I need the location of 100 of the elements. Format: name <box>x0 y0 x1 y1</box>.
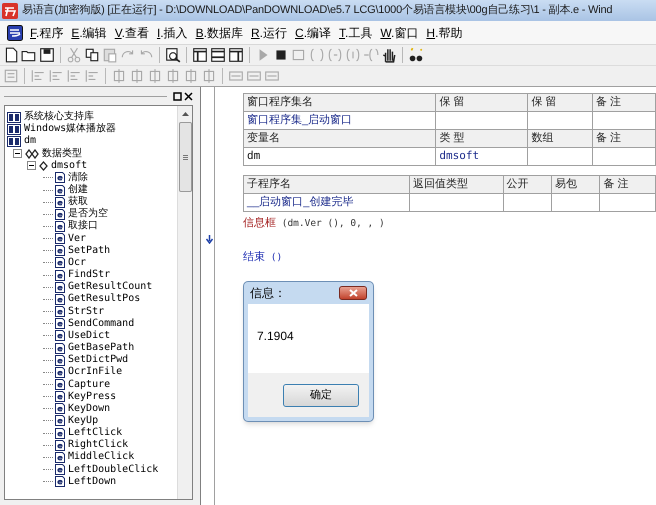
tree-item[interactable]: GetResultPos <box>68 293 140 306</box>
collapse-toggle-icon[interactable] <box>27 161 36 170</box>
tree-item[interactable]: Capture <box>68 378 110 391</box>
method-icon <box>55 342 65 354</box>
menu-item[interactable]: W.窗口 <box>377 24 422 42</box>
method-icon <box>55 428 65 439</box>
method-icon <box>55 220 65 232</box>
tree-item[interactable]: KeyDown <box>68 402 110 415</box>
method-icon <box>55 330 65 342</box>
method-icon <box>55 257 65 268</box>
form-icon[interactable] <box>3 68 19 84</box>
menu-item[interactable]: T.工具 <box>336 24 376 42</box>
column-header: 返回值类型 <box>409 176 504 194</box>
app-logo-icon <box>7 24 23 40</box>
dialog-title: 信息： <box>250 285 286 302</box>
close-button[interactable] <box>339 286 367 300</box>
menu-item[interactable]: V.查看 <box>112 24 152 42</box>
tree-item[interactable]: 系统核心支持库 <box>24 111 94 124</box>
tree-item[interactable]: UseDict <box>68 330 110 342</box>
code-line: 结束 () <box>243 250 284 263</box>
tree-item[interactable]: GetResultCount <box>68 281 152 294</box>
method-icon <box>55 403 65 414</box>
table-cell <box>600 194 656 212</box>
copy-icon[interactable] <box>84 47 100 63</box>
window-title: 易语言(加密狗版) [正在运行] - D:\DOWNLOAD\PanDOWNLOAD\e5.7 LCG\1000个易语言模块\00g自己练习\1 - 副本.e - Wind <box>22 2 612 18</box>
tree-item[interactable]: dm <box>24 135 36 148</box>
tree-item[interactable]: KeyPress <box>68 390 116 403</box>
tree-item[interactable]: Ocr <box>68 256 86 269</box>
method-icon <box>55 172 65 184</box>
scrollbar[interactable] <box>177 106 192 499</box>
table-cell: dm <box>244 148 436 166</box>
tree-item[interactable]: Windows媒体播放器 <box>24 123 116 136</box>
table-cell <box>552 194 600 212</box>
tree-item[interactable]: FindStr <box>68 269 110 282</box>
restore-icon <box>173 92 182 100</box>
save-icon[interactable] <box>39 47 55 63</box>
restore-button[interactable] <box>173 92 182 100</box>
tree-item[interactable]: SetPath <box>68 244 110 257</box>
diamond-icon <box>39 160 48 171</box>
close-button[interactable] <box>184 92 193 100</box>
tree-item[interactable]: KeyUp <box>68 414 98 427</box>
new-file-icon[interactable] <box>3 47 19 63</box>
tree-item[interactable]: OcrInFile <box>68 366 122 378</box>
layout-icon[interactable] <box>210 47 226 63</box>
find-icon[interactable] <box>165 47 181 63</box>
column-header: 窗口程序集名 <box>244 94 436 112</box>
tree-item[interactable]: 创建 <box>68 184 88 196</box>
binoculars-icon[interactable] <box>408 47 424 63</box>
layout-icon[interactable] <box>228 47 244 63</box>
tree-item[interactable]: RightClick <box>68 439 128 452</box>
menu-item[interactable]: H.帮助 <box>423 24 466 42</box>
method-icon <box>55 464 65 476</box>
collapse-toggle-icon[interactable] <box>13 149 22 158</box>
tree-item[interactable]: LeftClick <box>68 427 122 440</box>
current-line-arrow-icon <box>206 235 213 244</box>
column-header: 子程序名 <box>244 176 410 194</box>
table-cell <box>528 148 592 166</box>
dialog-message: 7.1904 <box>257 328 295 345</box>
method-icon <box>55 379 65 390</box>
tree-item[interactable]: 是否为空 <box>68 208 108 220</box>
menu-item[interactable]: C.编译 <box>292 24 334 42</box>
method-icon <box>55 208 65 220</box>
tree-item[interactable]: 清除 <box>68 172 88 184</box>
menu-item[interactable]: R.运行 <box>248 24 290 42</box>
tree-item[interactable]: Ver <box>68 232 86 245</box>
method-icon <box>55 415 65 426</box>
table-cell <box>592 148 656 166</box>
tree-item[interactable]: dmsoft <box>51 160 88 172</box>
diamonds-icon <box>25 148 39 159</box>
layout-icon[interactable] <box>192 47 208 63</box>
ok-button[interactable]: 确定 <box>283 384 359 406</box>
tree-item[interactable]: SetDictPwd <box>68 354 128 366</box>
scrollbar-thumb[interactable] <box>178 122 192 192</box>
tree-item[interactable]: StrStr <box>68 306 104 318</box>
menu-item[interactable]: E.编辑 <box>68 24 110 42</box>
method-icon <box>55 294 65 305</box>
center-horizontal-icon[interactable] <box>111 68 127 84</box>
tree-item[interactable]: MiddleClick <box>68 451 134 464</box>
scroll-up-arrow-icon[interactable] <box>182 112 188 116</box>
method-icon <box>55 440 65 451</box>
tree-item[interactable]: SendCommand <box>68 318 134 330</box>
menu-item[interactable]: F.程序 <box>27 24 66 42</box>
hand-icon[interactable] <box>381 47 397 63</box>
menu-item[interactable]: I.插入 <box>154 24 191 42</box>
table-cell: __启动窗口_创建完毕 <box>244 194 410 212</box>
method-icon <box>55 196 65 208</box>
tree-item[interactable]: 获取 <box>68 196 88 208</box>
tree-item[interactable]: GetBasePath <box>68 342 134 354</box>
tree-item[interactable]: LeftDoubleClick <box>68 464 158 476</box>
tree-item[interactable]: 取接口 <box>68 220 98 232</box>
method-icon <box>55 366 65 378</box>
method-icon <box>55 233 65 244</box>
method-icon <box>55 184 65 196</box>
close-icon <box>348 289 358 297</box>
menu-item[interactable]: B.数据库 <box>192 24 246 42</box>
method-icon <box>55 391 65 402</box>
tree-item[interactable]: LeftDown <box>68 476 116 488</box>
tree-item[interactable]: 数据类型 <box>42 148 82 160</box>
align-left-icon[interactable] <box>30 68 46 84</box>
code-line: 信息框 (dm.Ver (), 0, , ) <box>243 216 386 229</box>
